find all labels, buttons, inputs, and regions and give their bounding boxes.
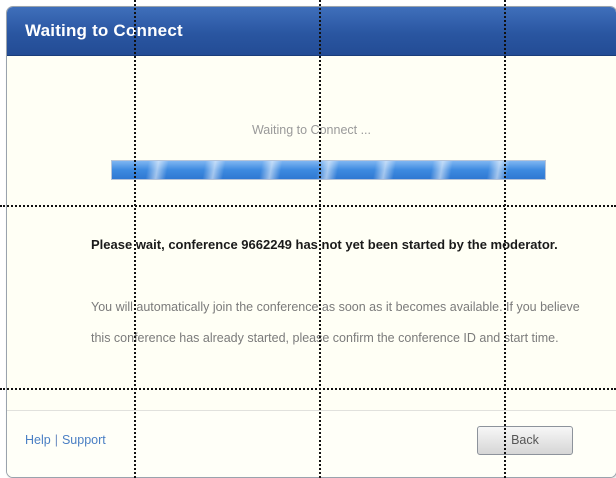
status-text: Waiting to Connect ... <box>251 123 372 137</box>
message-title: Please wait, conference 9662249 has not … <box>91 237 558 252</box>
waiting-dialog: Waiting to Connect Waiting to Connect ..… <box>6 6 616 478</box>
link-separator: | <box>54 433 58 447</box>
progress-fill <box>112 161 545 179</box>
dialog-title: Waiting to Connect <box>25 21 183 40</box>
message-body: You will automatically join the conferen… <box>91 300 580 345</box>
footer-links: Help | Support <box>25 433 106 447</box>
dialog-footer: Help | Support Back <box>7 410 616 477</box>
back-button[interactable]: Back <box>477 426 573 455</box>
title-bar: Waiting to Connect <box>7 7 616 56</box>
support-link[interactable]: Support <box>62 433 106 447</box>
progress-bar <box>111 160 546 180</box>
help-link[interactable]: Help <box>25 433 51 447</box>
